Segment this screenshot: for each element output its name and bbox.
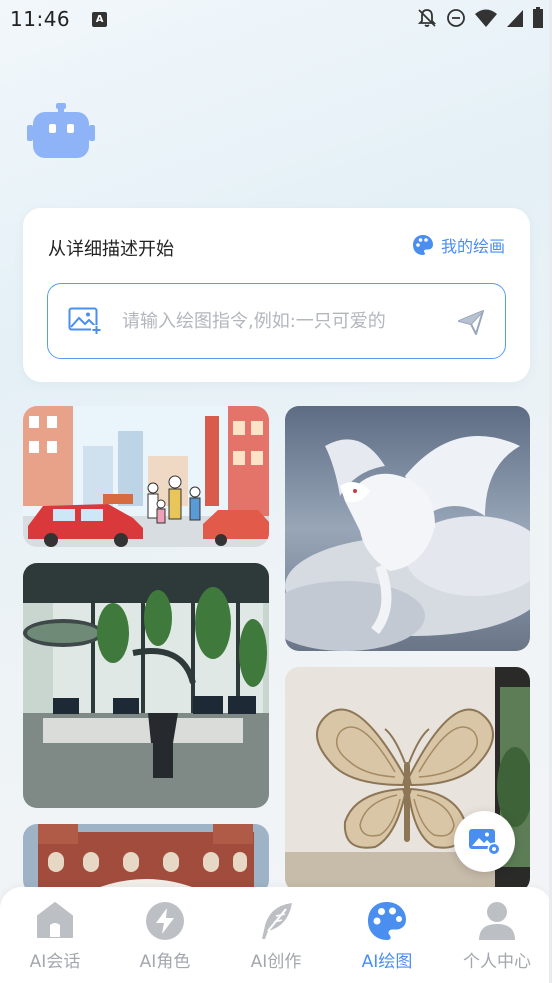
gallery-image-office[interactable] — [23, 563, 269, 808]
status-time: 11:46 — [10, 7, 71, 31]
prompt-card: 从详细描述开始 我的绘画 — [23, 208, 530, 382]
status-icons — [416, 7, 544, 29]
my-drawings-link[interactable]: 我的绘画 — [412, 233, 505, 257]
my-drawings-label: 我的绘画 — [440, 237, 505, 256]
tab-ai-chat[interactable]: AI会话 — [0, 887, 110, 983]
prompt-input[interactable] — [122, 304, 437, 338]
a-icon: A — [92, 11, 108, 27]
tab-label: AI会话 — [29, 952, 81, 972]
tab-label: AI角色 — [139, 952, 191, 972]
palette-icon — [412, 235, 433, 255]
prompt-input-box — [47, 283, 506, 359]
bell-off-icon — [417, 9, 437, 27]
gallery-image-street-scene[interactable] — [23, 406, 269, 547]
home-icon — [37, 902, 73, 938]
gallery-image-dragon[interactable] — [285, 406, 530, 651]
palette-icon — [368, 902, 406, 940]
tab-label: 个人中心 — [463, 952, 531, 972]
wifi-icon — [475, 9, 497, 27]
status-bar: 11:46 A — [0, 0, 552, 38]
tab-ai-role[interactable]: AI角色 — [110, 887, 220, 983]
send-icon[interactable] — [457, 308, 485, 336]
dnd-icon — [447, 9, 465, 27]
feather-icon — [262, 903, 292, 939]
tab-label: AI绘图 — [361, 952, 413, 972]
battery-icon — [533, 7, 543, 28]
create-image-fab[interactable] — [454, 811, 515, 872]
tab-ai-drawing[interactable]: AI绘图 — [332, 887, 442, 983]
image-settings-icon — [468, 828, 500, 855]
tab-profile[interactable]: 个人中心 — [442, 887, 552, 983]
prompt-title: 从详细描述开始 — [48, 239, 174, 260]
lightning-icon — [146, 902, 184, 940]
image-add-icon[interactable] — [68, 307, 102, 335]
bottom-tab-bar: AI会话 AI角色 AI创作 AI绘图 个人中心 — [0, 887, 552, 983]
signal-icon — [507, 10, 523, 27]
robot-icon — [27, 103, 95, 158]
user-icon — [479, 902, 515, 940]
gallery-image-building[interactable] — [23, 824, 269, 894]
tab-ai-create[interactable]: AI创作 — [221, 887, 331, 983]
tab-label: AI创作 — [250, 952, 302, 972]
